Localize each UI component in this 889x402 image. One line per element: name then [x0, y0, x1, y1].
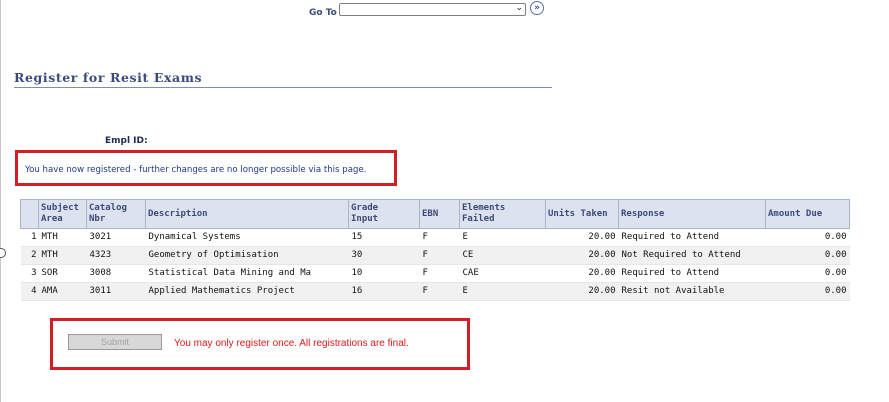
column-header-units-taken: Units Taken [545, 199, 619, 229]
catalog-nbr-cell: 3021 [86, 228, 146, 247]
ebn-cell: F [419, 282, 460, 301]
registration-final-message: You may only register once. All registra… [174, 338, 409, 349]
units-taken-cell: 20.00 [545, 282, 619, 301]
row-number: 4 [20, 282, 39, 301]
empl-id-label-text: Empl ID: [105, 136, 148, 146]
column-header-row-number [20, 199, 39, 229]
row-number: 1 [20, 228, 39, 247]
column-header-description: Description [145, 199, 349, 229]
registration-notice: You have now registered - further change… [25, 165, 367, 175]
column-header-ebn: EBN [419, 199, 460, 229]
row-number: 2 [20, 246, 39, 265]
resit-exams-grid: Subject Area Catalog Nbr Description Grade… [20, 199, 850, 301]
catalog-nbr-cell: 4323 [86, 246, 146, 265]
row-number: 3 [20, 264, 39, 283]
page-title: Register for Resit Exams [14, 70, 203, 85]
goto-select[interactable]: ⌄ [339, 3, 526, 16]
goto-label: Go To [309, 8, 337, 18]
empl-id-label: Empl ID: [105, 136, 148, 146]
column-header-elements-failed: Elements Failed [459, 199, 546, 229]
subject-area-cell: SOR [38, 264, 87, 283]
title-divider [14, 87, 552, 88]
table-row: 4 AMA 3011 Applied Mathematics Project 1… [20, 282, 850, 301]
response-cell: Required to Attend [618, 264, 766, 283]
units-taken-cell: 20.00 [545, 246, 619, 265]
response-cell: Not Required to Attend [618, 246, 766, 265]
radio-icon [0, 248, 6, 258]
table-row: 1 MTH 3021 Dynamical Systems 15 F E 20.0… [20, 228, 850, 247]
description-cell: Applied Mathematics Project [145, 282, 349, 301]
column-header-grade-input: Grade Input [348, 199, 420, 229]
catalog-nbr-cell: 3008 [86, 264, 146, 283]
elements-failed-cell: CAE [459, 264, 546, 283]
ebn-cell: F [419, 264, 460, 283]
table-row: 2 MTH 4323 Geometry of Optimisation 30 F… [20, 246, 850, 265]
elements-failed-cell: E [459, 228, 546, 247]
response-cell: Resit not Available [618, 282, 766, 301]
amount-due-cell: 0.00 [765, 282, 850, 301]
ebn-cell: F [419, 246, 460, 265]
submit-button[interactable]: Submit [68, 334, 162, 350]
subject-area-cell: MTH [38, 246, 87, 265]
description-cell: Dynamical Systems [145, 228, 349, 247]
goto-button[interactable]: » [530, 1, 544, 15]
units-taken-cell: 20.00 [545, 228, 619, 247]
grade-input-cell: 15 [348, 228, 420, 247]
table-row: 3 SOR 3008 Statistical Data Mining and M… [20, 264, 850, 283]
subject-area-cell: MTH [38, 228, 87, 247]
column-header-catalog-nbr: Catalog Nbr [86, 199, 146, 229]
catalog-nbr-cell: 3011 [86, 282, 146, 301]
grade-input-cell: 10 [348, 264, 420, 283]
double-chevron-right-icon: » [534, 3, 540, 13]
left-border [0, 0, 1, 402]
column-header-subject-area: Subject Area [38, 199, 87, 229]
amount-due-cell: 0.00 [765, 228, 850, 247]
elements-failed-cell: CE [459, 246, 546, 265]
elements-failed-cell: E [459, 282, 546, 301]
chevron-down-icon: ⌄ [515, 3, 523, 13]
column-header-amount-due: Amount Due [765, 199, 850, 229]
units-taken-cell: 20.00 [545, 264, 619, 283]
column-header-response: Response [618, 199, 766, 229]
response-cell: Required to Attend [618, 228, 766, 247]
grid-header-row: Subject Area Catalog Nbr Description Grade… [20, 199, 850, 229]
amount-due-cell: 0.00 [765, 264, 850, 283]
subject-area-cell: AMA [38, 282, 87, 301]
ebn-cell: F [419, 228, 460, 247]
description-cell: Statistical Data Mining and Ma [145, 264, 349, 283]
grade-input-cell: 16 [348, 282, 420, 301]
amount-due-cell: 0.00 [765, 246, 850, 265]
description-cell: Geometry of Optimisation [145, 246, 349, 265]
grade-input-cell: 30 [348, 246, 420, 265]
